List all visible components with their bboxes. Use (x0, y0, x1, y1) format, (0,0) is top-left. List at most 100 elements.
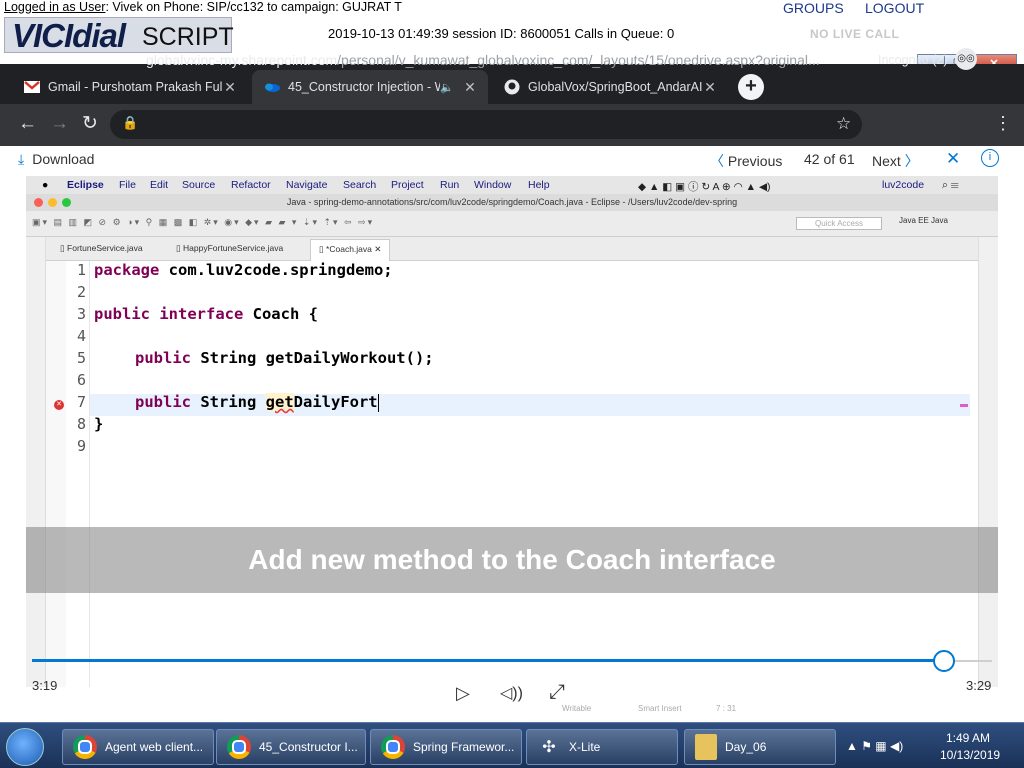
onedrive-icon (264, 79, 280, 95)
code-keyword: package (94, 261, 160, 279)
close-icon[interactable]: ✕ (946, 149, 960, 169)
groups-link[interactable]: GROUPS (783, 0, 844, 16)
url-path: /personal/v_kumawat_globalvoxinc_com/_la… (337, 52, 820, 68)
apple-icon: ● (42, 179, 49, 191)
chevron-left-icon: 〈 (710, 153, 724, 169)
vicidial-header: Logged in as User: Vivek on Phone: SIP/c… (0, 0, 1024, 54)
line-number: 5 (76, 349, 86, 367)
url-host: globalvxinc-my.sharepoint.com (146, 52, 338, 68)
forward-icon[interactable]: → (50, 114, 69, 134)
info-icon[interactable]: i (981, 149, 999, 167)
editor-gutter (46, 261, 66, 687)
tab-close-icon[interactable]: ✕ (222, 79, 238, 96)
vicidial-logo-text: VICIdial (12, 17, 126, 54)
search-icon: ⌕ ☰ (942, 179, 959, 191)
progress-fill (32, 659, 944, 662)
progress-handle[interactable] (933, 650, 955, 672)
taskbar-label: 45_Constructor I... (259, 740, 358, 754)
viewer-bar: ⤓ Download 〈 Previous 42 of 61 Next 〉 ✕ i (0, 146, 1024, 176)
taskbar-xlite[interactable]: ✣ X-Lite (526, 729, 678, 765)
menu-refactor: Refactor (231, 179, 271, 191)
tab-gmail[interactable]: Gmail - Purshotam Prakash Full P ✕ (12, 70, 248, 104)
quick-access-input[interactable]: Quick Access (796, 217, 882, 230)
previous-label: Previous (727, 153, 783, 169)
menu-eclipse: Eclipse (67, 179, 104, 191)
minimize-light-icon (48, 198, 57, 207)
code-line: public String getDailyFort (135, 393, 379, 412)
taskbar-label: Day_06 (725, 740, 767, 754)
error-marker-icon[interactable]: ✕ (54, 400, 64, 410)
address-bar[interactable] (110, 110, 862, 139)
menu-project: Project (391, 179, 424, 191)
script-tab[interactable]: SCRIPT (142, 18, 234, 56)
no-live-call-status: NO LIVE CALL (810, 27, 900, 41)
logout-link[interactable]: LOGOUT (865, 0, 924, 16)
code-error-text: get (265, 393, 294, 411)
menu-dots-icon[interactable]: ⋮ (994, 113, 1012, 134)
tab-fortuneservice[interactable]: ▯ FortuneService.java (60, 243, 143, 254)
perspectives[interactable]: Java EE Java (899, 216, 948, 225)
line-number: 1 (76, 261, 86, 279)
right-side-strip (978, 237, 998, 687)
system-tray[interactable]: ▲ ⚑ ▦ ◀) (846, 739, 903, 753)
login-details: : Vivek on Phone: SIP/cc132 to campaign:… (105, 0, 402, 14)
tab-close-icon[interactable]: ✕ (462, 79, 478, 96)
code-line: public interface Coach { (94, 305, 318, 323)
code-text: String getDailyWorkout(); (191, 349, 434, 367)
back-icon[interactable]: ← (18, 114, 37, 134)
clock-date[interactable]: 10/13/2019 (940, 748, 1000, 762)
tab-close-icon[interactable]: ✕ (702, 79, 718, 96)
clock-time[interactable]: 1:49 AM (946, 731, 990, 745)
start-button[interactable] (6, 728, 44, 766)
url-text: globalvxinc-my.sharepoint.com/personal/v… (146, 52, 820, 68)
zoom-light-icon (62, 198, 71, 207)
vicidial-logo: VICIdial SCRIPT (4, 17, 234, 56)
lock-icon: 🔒 (122, 115, 139, 130)
tab-onedrive[interactable]: 45_Constructor Injection - W 🔈 ✕ (252, 70, 488, 104)
chrome-icon (73, 735, 97, 759)
browser-toolbar: ← → ↻ 🔒 ☆ ⋮ (0, 104, 1024, 146)
tab-happyfortuneservice[interactable]: ▯ HappyFortuneService.java (176, 243, 283, 254)
tab-coach[interactable]: ▯ *Coach.java ✕ (310, 239, 391, 261)
code-editor[interactable]: package com.luv2code.springdemo; public … (94, 261, 974, 687)
taskbar-day06[interactable]: Day_06 (684, 729, 836, 765)
new-tab-button[interactable]: + (738, 74, 764, 100)
chevron-right-icon: 〉 (904, 153, 919, 169)
fullscreen-icon[interactable]: ⤢ (549, 681, 565, 704)
chrome-icon (227, 735, 251, 759)
total-time: 3:29 (966, 678, 992, 693)
mac-menubar: ● Eclipse File Edit Source Refactor Navi… (26, 176, 998, 194)
play-icon[interactable]: ▷ (456, 683, 470, 704)
line-number: 6 (76, 371, 86, 389)
taskbar-agent-web-client[interactable]: Agent web client... (62, 729, 214, 765)
previous-button[interactable]: 〈 Previous (710, 151, 782, 171)
next-button[interactable]: Next 〉 (872, 151, 919, 171)
toolbar-icons: ▣▾ ▤ ▥ ◩ ⊘ ⚙ ◑▾ ⚲ ▦ ▩ ◧ ✲▾ ◉▾ ◆▾ ▰ ▰ ▾ ⇣… (32, 217, 375, 227)
taskbar-spring-framework[interactable]: Spring Framewor... (370, 729, 522, 765)
download-button[interactable]: ⤓ Download (18, 151, 94, 168)
tab-label: FortuneService.java (67, 243, 143, 253)
video-player[interactable]: ● Eclipse File Edit Source Refactor Navi… (26, 176, 998, 720)
code-text: DailyFort (293, 393, 378, 411)
code-line: public String getDailyWorkout(); (135, 349, 434, 367)
close-light-icon (34, 198, 43, 207)
screen: Logged in as User: Vivek on Phone: SIP/c… (0, 0, 1024, 768)
download-icon: ⤓ (18, 151, 25, 167)
menu-edit: Edit (150, 179, 169, 191)
current-time: 3:19 (32, 678, 58, 693)
star-icon[interactable]: ☆ (836, 114, 851, 134)
login-user-link[interactable]: Logged in as User (4, 0, 105, 14)
incognito-icon[interactable]: ◎◎ (955, 48, 977, 70)
line-number: 8 (76, 415, 86, 433)
video-caption: Add new method to the Coach interface (26, 527, 998, 593)
taskbar: Agent web client... 45_Constructor I... … (0, 722, 1024, 768)
tab-github[interactable]: GlobalVox/SpringBoot_AndarAIG ✕ (492, 70, 728, 104)
menu-navigate: Navigate (286, 179, 328, 191)
code-line: package com.luv2code.springdemo; (94, 261, 393, 279)
taskbar-constructor-injection[interactable]: 45_Constructor I... (216, 729, 366, 765)
audio-icon[interactable]: 🔈 (440, 81, 454, 94)
reload-icon[interactable]: ↻ (82, 114, 98, 134)
next-label: Next (872, 153, 901, 169)
taskbar-label: Agent web client... (105, 740, 204, 754)
volume-icon[interactable]: ◁)) (500, 683, 523, 703)
